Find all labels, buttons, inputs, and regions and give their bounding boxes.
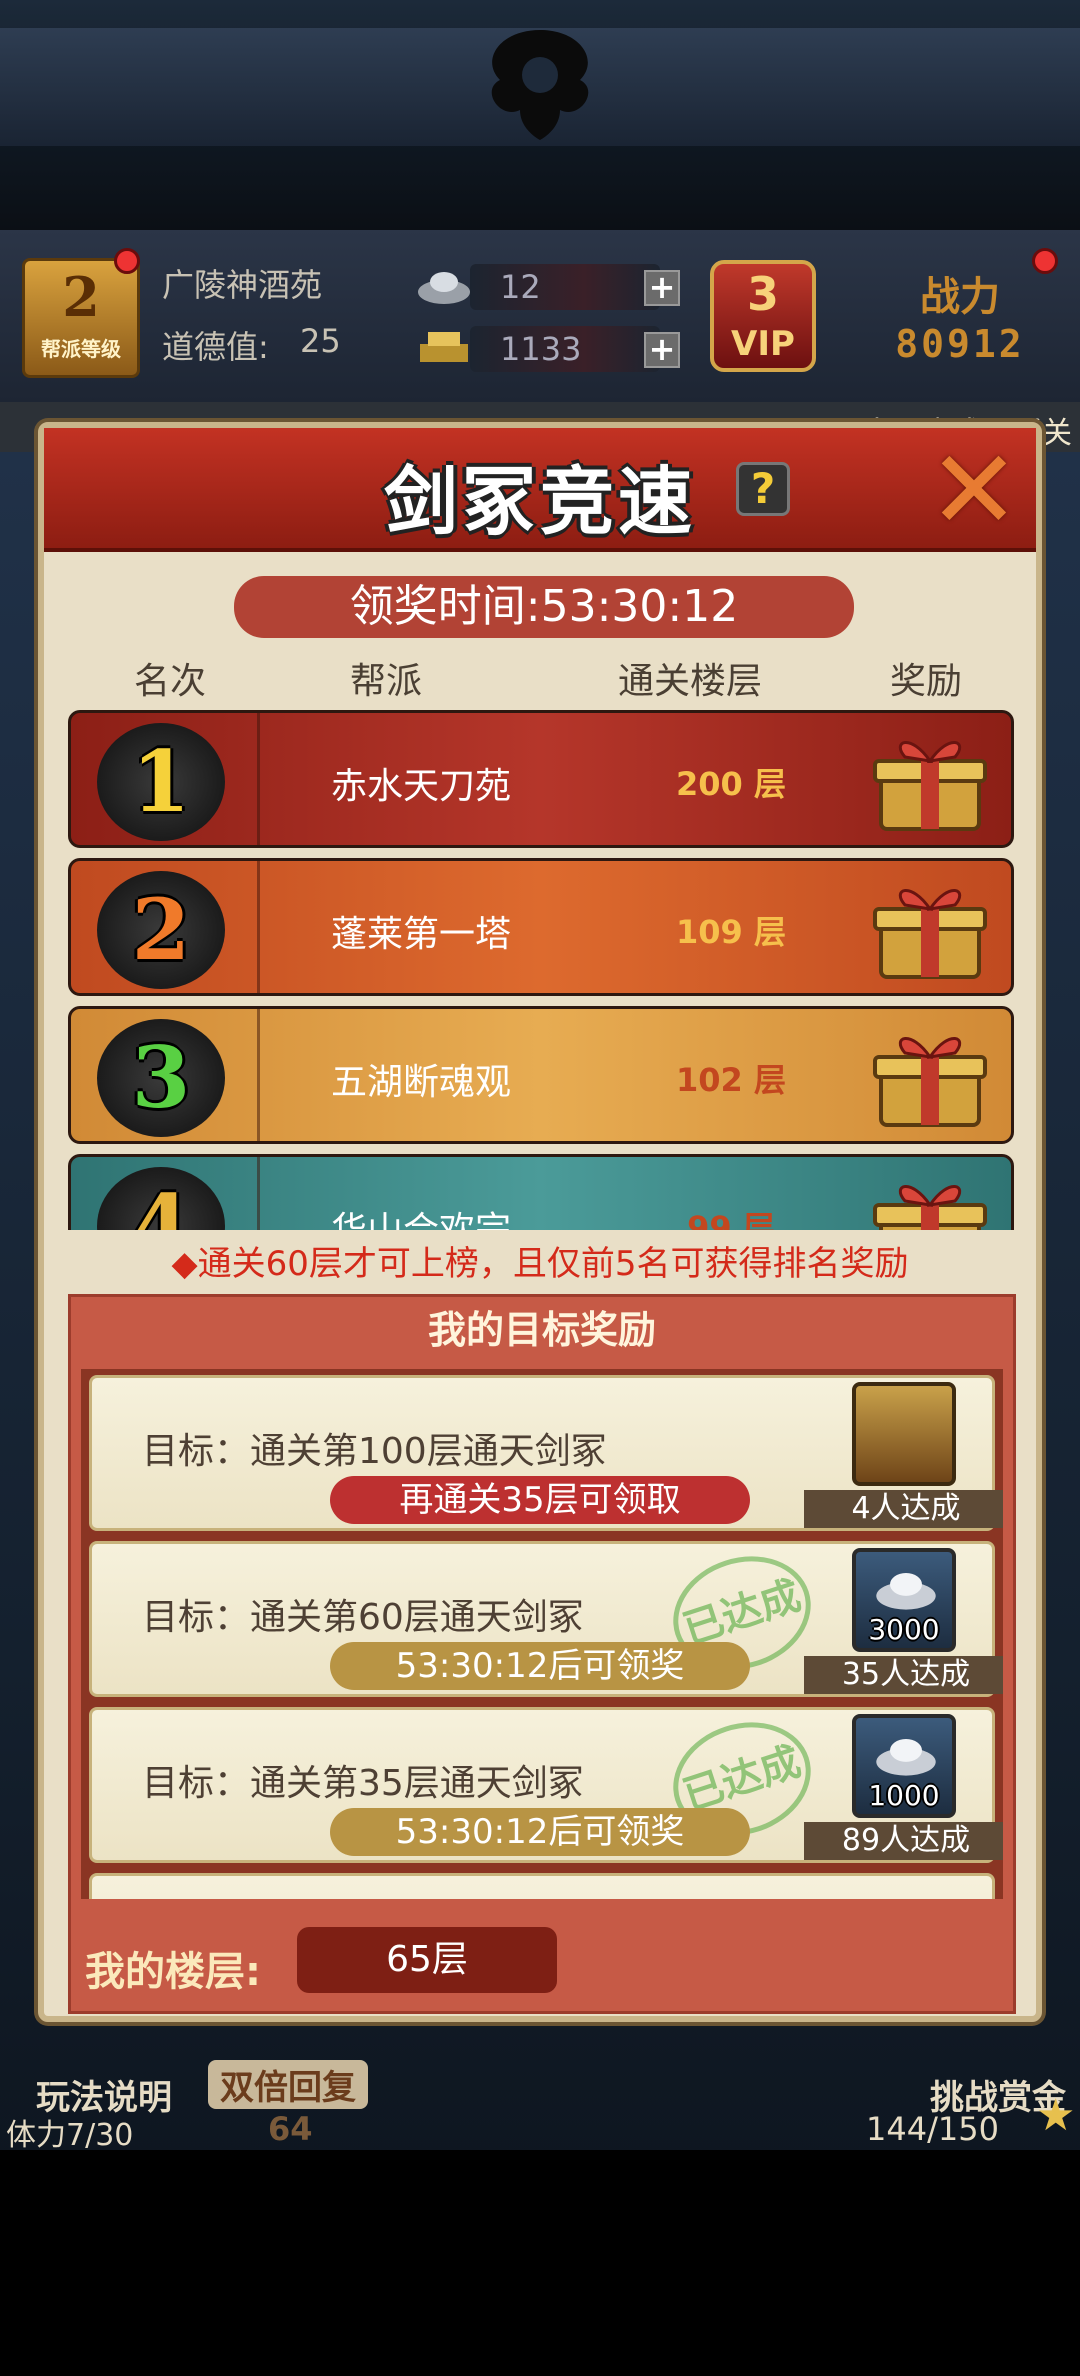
my-floor-label: 我的楼层: — [85, 1949, 261, 1995]
stamina-value: 体力7/30 — [6, 2118, 134, 2153]
target-status-button[interactable]: 53:30:12后可领奖 — [330, 1808, 750, 1856]
target-status-button[interactable]: 再通关35层可领取 — [330, 1476, 750, 1524]
silver-reward-icon[interactable]: 3000 — [852, 1548, 956, 1652]
rank-number: 3 — [131, 1028, 191, 1127]
bounty-value: 144/150 — [866, 2110, 999, 2148]
reward-amount: 1000 — [868, 1779, 940, 1812]
row-divider — [257, 1157, 260, 1230]
target-goal: 目标：通关第60层通天剑冢 — [142, 1597, 584, 1638]
power-label: 战力 — [920, 274, 1000, 320]
target-card — [89, 1873, 995, 1899]
vip-level: 3 — [746, 267, 779, 321]
morality-value: 25 — [300, 322, 341, 360]
guild-name: 蓬莱第一塔 — [331, 914, 512, 955]
cleared-floor: 200 层 — [676, 765, 786, 803]
target-rewards-list[interactable]: 目标：通关第100层通天剑冢 再通关35层可领取 4人达成 目标：通关第60层通… — [81, 1369, 1003, 1899]
ranking-row[interactable]: 4 华山合欢宗 99 层 — [68, 1154, 1014, 1230]
my-floor-bar: 我的楼层: 65层 — [71, 1913, 1013, 2011]
column-guild: 帮派 — [350, 661, 423, 702]
achieved-count: 35人达成 — [804, 1656, 1003, 1694]
silver-reward-icon[interactable]: 1000 — [852, 1714, 956, 1818]
top-hud: 2 帮派等级 广陵神酒苑 道德值: 25 12 + 1133 + 3 VIP 战… — [0, 230, 1080, 402]
gold-amount: 1133 — [470, 326, 660, 372]
double-recovery-badge: 双倍回复 — [208, 2060, 368, 2109]
guild-name: 五湖断魂观 — [331, 1062, 512, 1103]
bottom-bar: 玩法说明 双倍回复 体力7/30 64 挑战赏金 144/150 ★ — [0, 2010, 1080, 2153]
column-floor: 通关楼层 — [618, 661, 763, 702]
gift-chest-icon[interactable] — [871, 1171, 989, 1230]
cleared-floor: 109 层 — [676, 913, 786, 951]
guild-name: 华山合欢宗 — [331, 1201, 511, 1230]
target-card: 目标：通关第35层通天剑冢 已达成 53:30:12后可领奖 1000 89人达… — [89, 1705, 1003, 1863]
bottom-count: 64 — [268, 2110, 313, 2148]
close-button[interactable]: ✕ — [924, 435, 1024, 545]
silver-ingot-icon — [876, 1573, 936, 1610]
target-rewards-panel: 我的目标奖励 目标：通关第100层通天剑冢 再通关35层可领取 4人达成 目标：… — [68, 1294, 1016, 2014]
vip-label: VIP — [731, 324, 795, 364]
rank-number: 2 — [131, 880, 191, 979]
bottom-blank — [0, 2150, 1080, 2376]
ranking-row[interactable]: 3 五湖断魂观 102 层 — [68, 1006, 1014, 1144]
gift-chest-icon[interactable] — [871, 875, 989, 985]
ranking-row[interactable]: 2 蓬莱第一塔 109 层 — [68, 858, 1014, 996]
ranking-rule-notice: ◆通关60层才可上榜，且仅前5名可获得排名奖励 — [171, 1244, 909, 1284]
target-card: 目标：通关第100层通天剑冢 再通关35层可领取 4人达成 — [89, 1375, 1003, 1531]
row-divider — [257, 1009, 260, 1141]
target-status-button[interactable]: 53:30:12后可领奖 — [330, 1642, 750, 1690]
power-value: 80912 — [895, 322, 1025, 366]
guild-level-caption: 帮派等级 — [41, 337, 121, 361]
morality-label: 道德值: — [162, 328, 269, 366]
guild-name: 广陵神酒苑 — [162, 266, 323, 304]
dialog-header: 剑冢竞速 ? ✕ — [44, 428, 1036, 552]
ranking-list[interactable]: 1 赤水天刀苑 200 层 2 蓬莱第一塔 109 层 3 五湖断魂观 102 … — [68, 710, 1016, 1230]
row-divider — [257, 713, 260, 845]
add-silver-button[interactable]: + — [644, 270, 680, 306]
cleared-floor: 99 层 — [687, 1209, 775, 1230]
gold-bars-icon — [420, 332, 468, 362]
star-icon: ★ — [1036, 2090, 1076, 2141]
rank-number: 4 — [131, 1176, 191, 1230]
notification-dot — [114, 248, 140, 274]
gift-chest-icon[interactable] — [871, 1023, 989, 1133]
reward-amount: 3000 — [868, 1613, 940, 1646]
cleared-floor: 102 层 — [676, 1061, 786, 1099]
target-card: 目标：通关第60层通天剑冢 已达成 53:30:12后可领奖 3000 35人达… — [89, 1539, 1003, 1697]
combat-power: 战力 80912 — [860, 264, 1060, 366]
help-button[interactable]: ? — [736, 462, 790, 516]
rank-number: 1 — [131, 732, 191, 831]
game-screen: { "hud": { "guild_level": "2", "guild_le… — [0, 0, 1080, 2376]
achieved-count: 4人达成 — [804, 1490, 1003, 1528]
vip-badge[interactable]: 3 VIP — [710, 260, 816, 372]
guild-level-badge[interactable]: 2 帮派等级 — [22, 258, 140, 378]
guild-name: 赤水天刀苑 — [331, 766, 512, 807]
power-notification-dot — [1032, 248, 1058, 274]
target-rewards-title: 我的目标奖励 — [427, 1308, 656, 1352]
cloud-ornament-icon — [491, 30, 589, 140]
dialog-title: 剑冢竞速 — [384, 459, 696, 545]
gift-chest-icon[interactable] — [871, 727, 989, 837]
silver-ingot-icon — [876, 1739, 936, 1776]
my-floor-value: 65层 — [297, 1927, 557, 1993]
skill-book-reward-icon[interactable] — [852, 1382, 956, 1486]
column-reward: 奖励 — [890, 661, 963, 702]
row-divider — [257, 861, 260, 993]
sword-tomb-race-dialog: 剑冢竞速 ? ✕ 领奖时间:53:30:12 名次 帮派 通关楼层 奖励 1 赤… — [38, 422, 1042, 2022]
target-goal: 目标：通关第100层通天剑冢 — [142, 1431, 607, 1472]
add-gold-button[interactable]: + — [644, 332, 680, 368]
claim-time-banner: 领奖时间:53:30:12 — [234, 576, 854, 638]
achieved-count: 89人达成 — [804, 1822, 1003, 1860]
silver-amount: 12 — [470, 264, 660, 310]
silver-ingot-icon — [418, 272, 470, 304]
column-rank: 名次 — [134, 661, 207, 702]
ranking-row[interactable]: 1 赤水天刀苑 200 层 — [68, 710, 1014, 848]
target-goal: 目标：通关第35层通天剑冢 — [142, 1763, 584, 1804]
